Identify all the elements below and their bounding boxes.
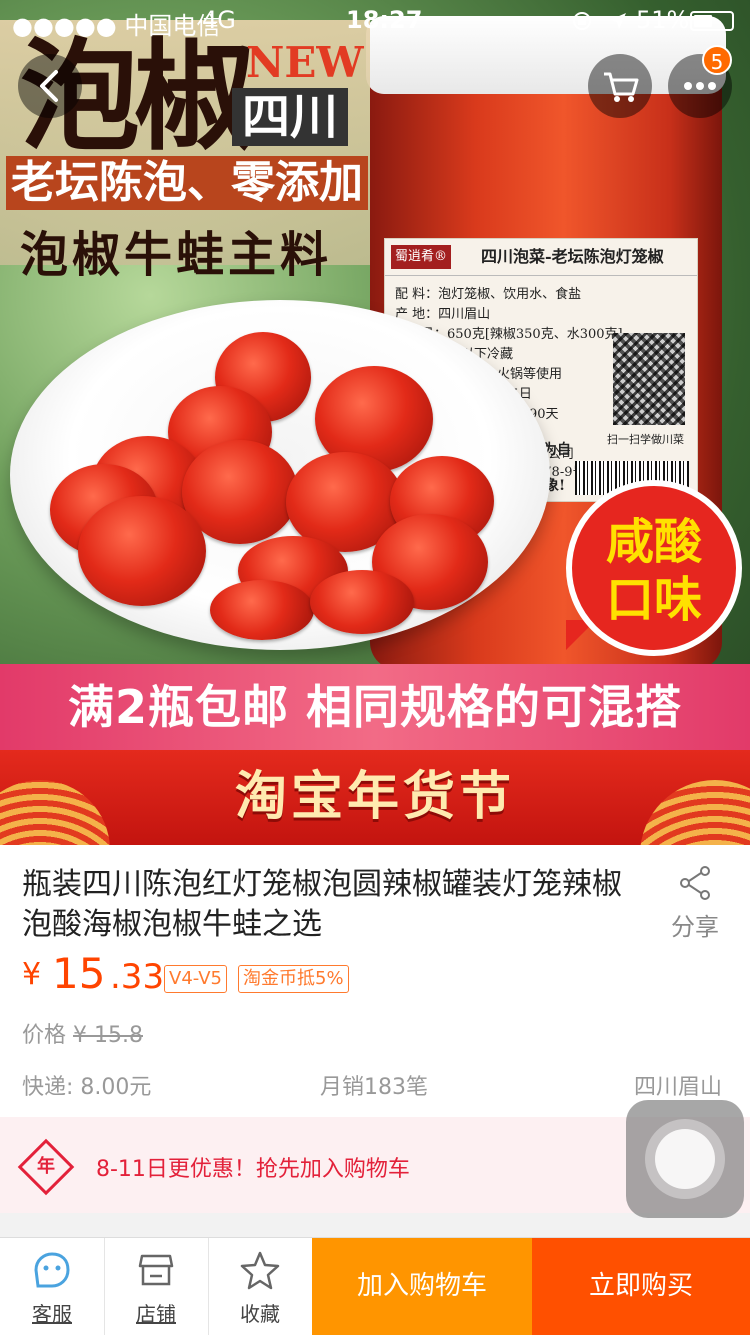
product-hero-image[interactable]: 蜀逍肴® 四川泡菜-老坛陈泡灯笼椒 配 料：泡灯笼椒、饮用水、食盐 产 地：四川… [0,0,750,845]
taojinbi-tag: 淘金币抵5% [238,965,349,993]
original-price: 价格 ¥ 15.8 [22,1017,143,1049]
assistive-dot [655,1129,715,1189]
customer-service-button[interactable]: 客服 [0,1238,105,1335]
original-price-label: 价格 [22,1023,67,1048]
hero-new-badge: NEW [246,38,364,87]
price-currency: ¥ [22,957,42,992]
share-icon [680,866,710,900]
bubble-line-2: 口味 [605,572,702,628]
customer-service-label: 客服 [32,1302,72,1326]
shipping-fee: 快递: 8.00元 [22,1075,152,1100]
status-bar: ●●●●● 中国电信 4G 18:27 51% [0,0,750,40]
vip-tag: V4-V5 [164,965,227,993]
festival-icon-text: 年 [37,1156,55,1177]
qr-caption: 扫一扫学做川菜 [607,433,684,446]
back-button[interactable] [18,54,82,118]
chevron-left-icon [40,70,58,102]
hero-region: 四川 [232,88,348,146]
favorite-label: 收藏 [240,1302,280,1326]
battery-icon [690,11,734,31]
pepper [310,570,414,634]
bottom-action-bar: 客服 店铺 收藏 加入购物车 立即购买 [0,1237,750,1335]
rotation-lock-icon [572,9,592,37]
location-icon [608,9,628,37]
price-decimal: .33 [110,957,165,997]
cart-icon [604,72,639,102]
shop-icon [138,1254,174,1286]
shop-button[interactable]: 店铺 [104,1238,209,1335]
network-type: 4G [202,6,236,34]
festival-banner: 淘宝年货节 [0,750,750,845]
hero-subtitle: 泡椒牛蛙主料 [20,227,333,283]
favorite-button[interactable]: 收藏 [208,1238,313,1335]
coupon-text: 8-11日更优惠！抢先加入购物车 [96,1157,410,1182]
assistive-touch-button[interactable] [626,1100,744,1218]
price-integer: 15 [52,949,106,998]
qr-code-image [613,333,685,425]
festival-title: 淘宝年货节 [234,767,515,827]
pepper-bowl-image [10,300,550,650]
original-price-value: ¥ 15.8 [73,1023,143,1048]
clock: 18:27 [346,6,423,34]
shop-label: 店铺 [136,1302,176,1326]
add-to-cart-button[interactable]: 加入购物车 [312,1238,532,1335]
cart-count-badge: 5 [702,45,732,75]
jar-label-line: 产 地：四川眉山 [395,307,491,322]
jar-label-line: 配 料：泡灯笼椒、饮用水、食盐 [395,287,582,302]
pepper [210,580,314,640]
hero-tagline: 老坛陈泡、零添加 [6,156,368,210]
share-label: 分享 [671,913,719,941]
product-title: 瓶装四川陈泡红灯笼椒泡圆辣椒罐装灯笼辣椒泡酸海椒泡椒牛蛙之选 [22,867,622,942]
customer-service-icon [34,1252,70,1288]
festival-icon: 年 [17,1138,75,1196]
battery-percent: 51% [636,6,690,34]
promo-banner: 满2瓶包邮 相同规格的可混搭 [0,664,750,750]
cart-button[interactable] [588,54,652,118]
star-icon [240,1251,280,1290]
pepper [78,496,206,606]
taste-bubble: 咸酸 口味 [566,480,742,656]
jar-label-header: 四川泡菜-老坛陈泡灯笼椒 [385,239,697,276]
share-button[interactable]: 分享 [664,861,726,941]
product-info: 瓶装四川陈泡红灯笼椒泡圆辣椒罐装灯笼辣椒泡酸海椒泡椒牛蛙之选 分享 ¥ 15 .… [0,845,750,1117]
battery-fill [694,15,712,27]
carrier: ●●●●● 中国电信 [12,12,221,40]
ship-from-location: 四川眉山 [634,1075,723,1100]
monthly-sales: 月销183笔 [320,1075,428,1100]
buy-now-button[interactable]: 立即购买 [532,1238,750,1335]
bubble-line-1: 咸酸 [605,514,702,570]
